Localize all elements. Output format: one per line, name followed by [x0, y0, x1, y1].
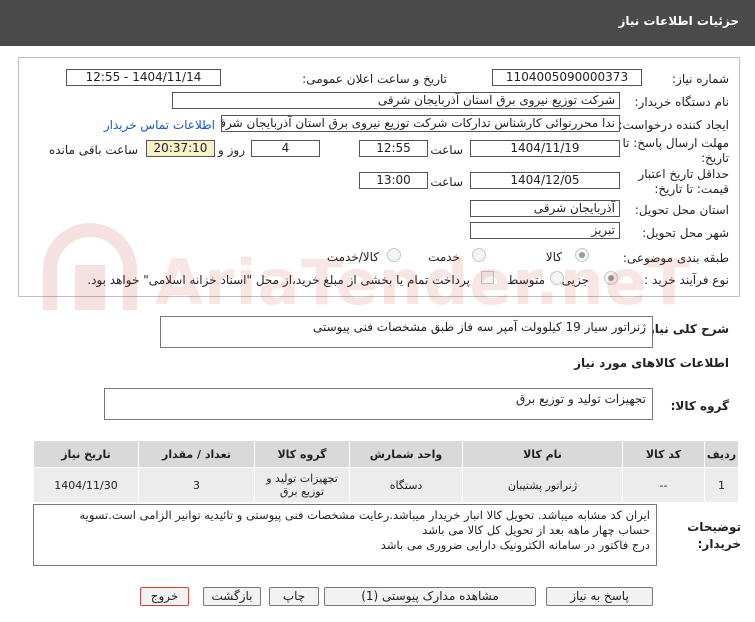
buyer-notes-label: توضیحات	[687, 520, 741, 534]
deadline-date-field: 1404/11/19	[470, 140, 620, 157]
remaining-time-field: 20:37:10	[146, 140, 215, 157]
goods-group-label: گروه کالا:	[670, 399, 729, 413]
watermark-text: AriaTender.neT	[155, 246, 692, 319]
province-label: استان محل تحویل:	[634, 203, 729, 217]
city-label: شهر محل تحویل:	[642, 226, 729, 240]
buyer-field: شرکت توزیع نیروی برق استان آذربایجان شرق…	[172, 92, 620, 109]
requester-label: ایجاد کننده درخواست:	[618, 118, 729, 132]
cell-group: تجهیزات تولید و توزیع برق	[254, 467, 350, 503]
need-number-label: شماره نیاز:	[672, 72, 729, 86]
requester-field: ندا محررنوائی کارشناس تدارکات شرکت توزیع…	[221, 115, 620, 132]
print-button[interactable]: چاپ	[269, 587, 319, 606]
reply-button[interactable]: پاسخ به نیاز	[546, 587, 653, 606]
page-title: جزئیات اطلاعات نیاز	[618, 14, 739, 28]
cell-qty: 3	[138, 467, 255, 503]
cell-row: 1	[704, 467, 739, 503]
th-code: کد کالا	[622, 440, 705, 468]
attachments-button[interactable]: مشاهده مدارک پیوستی (1)	[324, 587, 536, 606]
cell-code: --	[622, 467, 705, 503]
table-row: 1 -- ژنراتور پشتیبان دستگاه تجهیزات تولی…	[33, 467, 739, 503]
remaining-label: ساعت باقی مانده	[48, 143, 138, 157]
validity-time-label: ساعت	[430, 175, 463, 189]
buyer-notes-line: درج فاکتور در سامانه الکترونیک دارایی ضر…	[380, 538, 650, 552]
th-qty: تعداد / مقدار	[138, 440, 255, 468]
th-name: نام کالا	[462, 440, 623, 468]
buyer-label: نام دستگاه خریدار:	[634, 95, 730, 109]
announce-field: 1404/11/14 - 12:55	[66, 69, 221, 86]
cell-unit: دستگاه	[349, 467, 463, 503]
validity-date-field: 1404/12/05	[470, 172, 620, 189]
days-field: 4	[251, 140, 320, 157]
buyer-notes-label-2: خریدار:	[697, 537, 741, 551]
buyer-notes-line: حساب چهار ماهه بعد از تحویل کل کالا می ب…	[422, 523, 650, 537]
deadline-time-label: ساعت	[430, 143, 463, 157]
validity-time-field: 13:00	[359, 172, 428, 189]
need-number-field: 1104005090000373	[492, 69, 642, 86]
province-field: آذربایجان شرقی	[470, 200, 620, 217]
description-field: ژنراتور سیار 19 کیلوولت آمپر سه فاز طبق …	[160, 316, 653, 348]
announce-label: تاریخ و ساعت اعلان عمومی:	[302, 72, 447, 86]
description-label: شرح کلی نیاز:	[643, 322, 729, 336]
back-button[interactable]: بازگشت	[203, 587, 261, 606]
contact-buyer-link[interactable]: اطلاعات تماس خریدار	[104, 118, 215, 132]
th-group: گروه کالا	[254, 440, 350, 468]
cell-name: ژنراتور پشتیبان	[462, 467, 623, 503]
validity-label: حداقل تاریخ اعتبار	[638, 167, 729, 181]
deadline-label: مهلت ارسال پاسخ: تا	[622, 136, 729, 150]
th-unit: واحد شمارش	[349, 440, 463, 468]
th-row: ردیف	[704, 440, 739, 468]
items-table: ردیف کد کالا نام کالا واحد شمارش گروه کا…	[33, 440, 739, 503]
deadline-label-2: تاریخ:	[701, 151, 729, 165]
buyer-notes-line: ایران کد مشابه میباشد. تحویل کالا انبار …	[79, 508, 650, 522]
deadline-time-field: 12:55	[359, 140, 428, 157]
days-label: روز و	[218, 143, 245, 157]
buyer-notes-field: ایران کد مشابه میباشد. تحویل کالا انبار …	[33, 504, 657, 566]
table-header-row: ردیف کد کالا نام کالا واحد شمارش گروه کا…	[33, 440, 739, 468]
cell-date: 1404/11/30	[33, 467, 139, 503]
validity-label-2: قیمت: تا تاریخ:	[654, 182, 729, 196]
th-date: تاریخ نیاز	[33, 440, 139, 468]
goods-section-title: اطلاعات کالاهای مورد نیاز	[574, 356, 729, 370]
goods-group-field: تجهیزات تولید و توزیع برق	[104, 388, 653, 420]
exit-button[interactable]: خروج	[140, 587, 189, 606]
city-field: تبریز	[470, 222, 620, 239]
